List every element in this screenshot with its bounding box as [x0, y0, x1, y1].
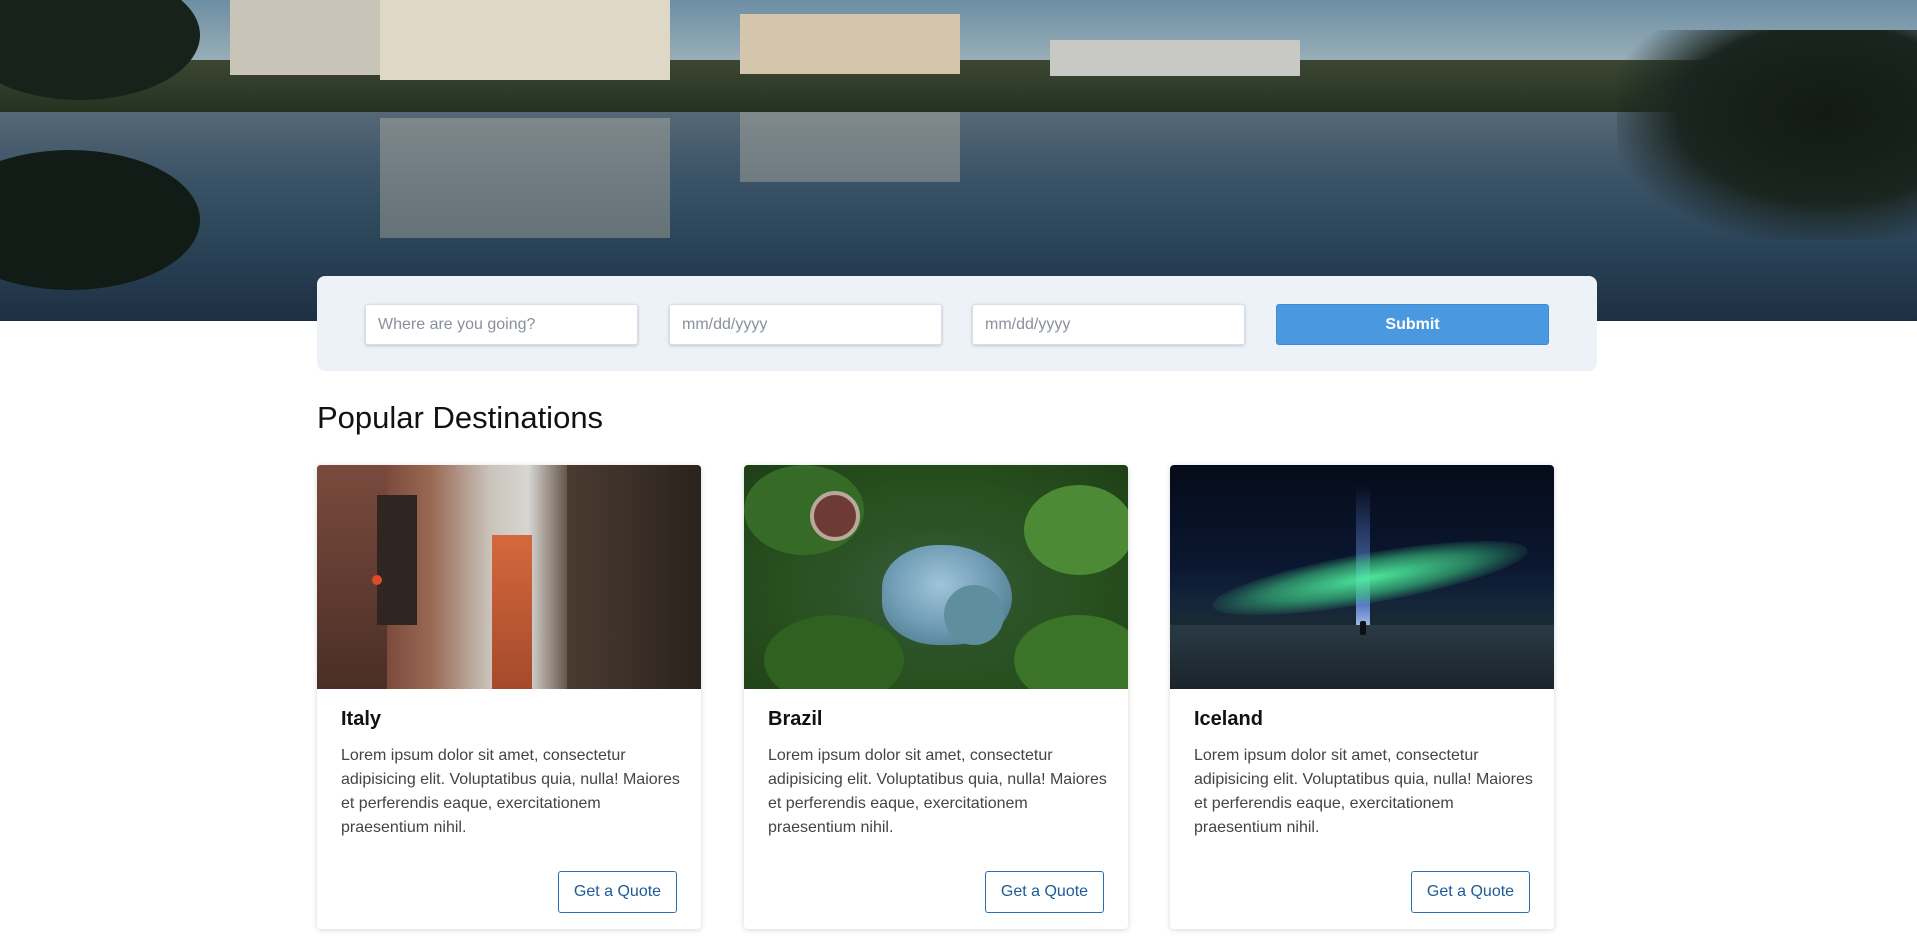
- search-panel: Submit: [317, 276, 1597, 371]
- hero-image: [0, 0, 1917, 321]
- card-title: Brazil: [768, 708, 823, 730]
- brazil-structure: [810, 491, 860, 541]
- checkout-date-input[interactable]: [972, 304, 1245, 345]
- hero-building: [380, 0, 670, 80]
- checkin-date-input[interactable]: [669, 304, 942, 345]
- hero-dark-foliage: [1617, 30, 1917, 240]
- get-quote-button[interactable]: Get a Quote: [1411, 871, 1530, 913]
- italy-building-orange: [492, 535, 532, 689]
- hero-building: [1050, 40, 1300, 76]
- brazil-trees: [764, 615, 904, 689]
- get-quote-button[interactable]: Get a Quote: [985, 871, 1104, 913]
- card-description: Lorem ipsum dolor sit amet, consectetur …: [768, 747, 1107, 836]
- iceland-aurora: [1208, 525, 1532, 631]
- iceland-image: [1170, 465, 1554, 689]
- brazil-image: [744, 465, 1128, 689]
- section-title: Popular Destinations: [317, 400, 604, 435]
- italy-flowers: [372, 575, 382, 585]
- destination-card-iceland: Iceland Lorem ipsum dolor sit amet, cons…: [1170, 465, 1554, 929]
- destination-input[interactable]: [365, 304, 638, 345]
- card-title: Iceland: [1194, 708, 1263, 730]
- submit-button[interactable]: Submit: [1276, 304, 1549, 345]
- card-title: Italy: [341, 708, 382, 730]
- destination-card-italy: Italy Lorem ipsum dolor sit amet, consec…: [317, 465, 701, 929]
- card-description: Lorem ipsum dolor sit amet, consectetur …: [1194, 747, 1533, 836]
- hero-building: [230, 0, 380, 75]
- iceland-figure: [1360, 621, 1366, 635]
- brazil-lake: [944, 585, 1004, 645]
- italy-window: [377, 495, 417, 625]
- card-description: Lorem ipsum dolor sit amet, consectetur …: [341, 747, 680, 836]
- italy-building-right: [567, 465, 701, 689]
- get-quote-button[interactable]: Get a Quote: [558, 871, 677, 913]
- italy-image: [317, 465, 701, 689]
- brazil-trees: [1024, 485, 1128, 575]
- brazil-trees: [1014, 615, 1128, 689]
- hero-building: [740, 14, 960, 74]
- hero-reflection: [380, 118, 670, 238]
- destination-card-brazil: Brazil Lorem ipsum dolor sit amet, conse…: [744, 465, 1128, 929]
- hero-reflection: [740, 112, 960, 182]
